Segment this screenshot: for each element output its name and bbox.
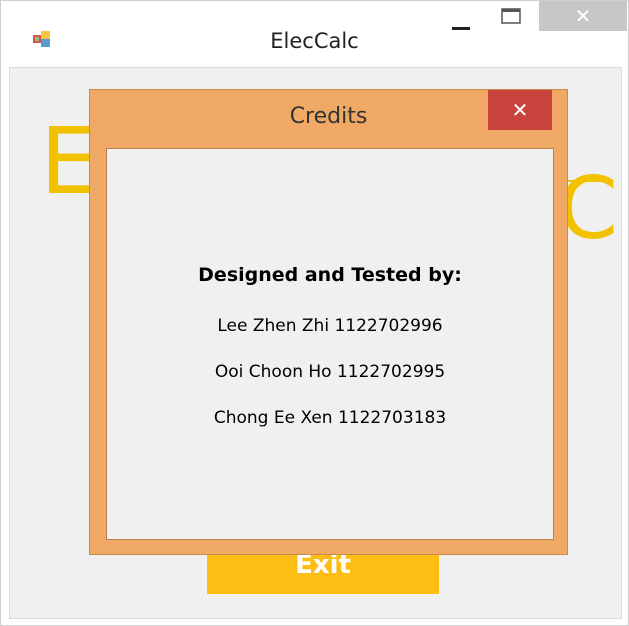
maximize-button[interactable] bbox=[489, 1, 533, 31]
close-icon: ✕ bbox=[574, 4, 592, 28]
close-button[interactable]: ✕ bbox=[539, 1, 627, 31]
title-bar[interactable]: ElecCalc ✕ bbox=[1, 1, 628, 53]
dialog-close-button[interactable]: ✕ bbox=[488, 90, 552, 130]
window-title: ElecCalc bbox=[270, 29, 359, 53]
dialog-body: Designed and Tested by: Lee Zhen Zhi 112… bbox=[106, 148, 554, 540]
minimize-icon bbox=[452, 0, 470, 34]
credits-dialog: Credits ✕ Designed and Tested by: Lee Zh… bbox=[89, 89, 568, 555]
credits-heading: Designed and Tested by: bbox=[198, 264, 462, 286]
maximize-icon bbox=[501, 4, 521, 28]
minimize-button[interactable] bbox=[439, 1, 483, 31]
credit-person-1: Lee Zhen Zhi 1122702996 bbox=[217, 316, 443, 336]
close-icon: ✕ bbox=[511, 98, 529, 122]
credit-person-2: Ooi Choon Ho 1122702995 bbox=[214, 362, 446, 382]
credit-person-3: Chong Ee Xen 1122703183 bbox=[213, 408, 447, 428]
